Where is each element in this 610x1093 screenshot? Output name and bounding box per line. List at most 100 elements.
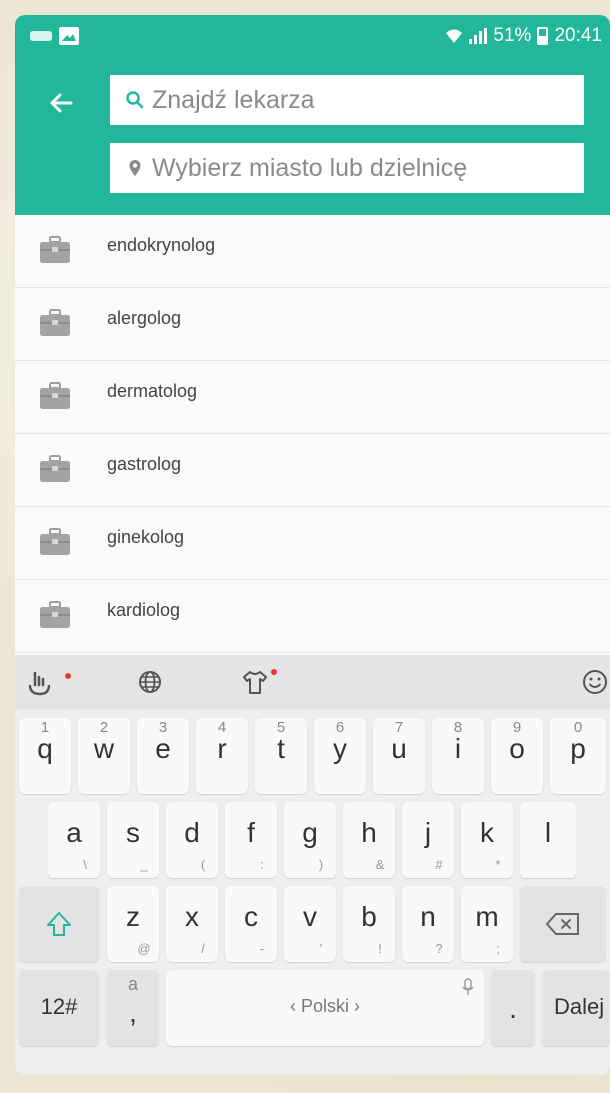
- key-s[interactable]: s _: [107, 802, 159, 878]
- key-hint: _: [140, 857, 148, 872]
- space-bar-language-label: ‹ Polski ›: [289, 996, 360, 1016]
- phone-screen: 51% 20:41 Znajdź lekarza Wybierz miasto …: [15, 15, 610, 1075]
- key-o[interactable]: 9o: [491, 718, 543, 794]
- key-c[interactable]: c-: [225, 886, 277, 962]
- key-f[interactable]: f:: [225, 802, 277, 878]
- specialty-suggestion-list: endokrynolog alergolog dermatolog gastro…: [15, 215, 610, 657]
- arrow-left-icon: [50, 93, 73, 113]
- emoji-button[interactable]: [580, 667, 610, 697]
- battery-icon: [537, 27, 549, 45]
- key-n[interactable]: n?: [402, 886, 454, 962]
- notification-dot: [271, 669, 277, 675]
- globe-icon: [139, 671, 161, 693]
- list-item[interactable]: dermatolog: [15, 361, 610, 434]
- briefcase-icon: [40, 455, 70, 482]
- key-hint: ;: [496, 941, 500, 956]
- key-label: b: [361, 901, 377, 932]
- list-item[interactable]: ginekolog: [15, 507, 610, 580]
- key-label: g: [302, 817, 318, 848]
- keyboard-toolbar: [15, 655, 610, 710]
- key-b[interactable]: b!: [343, 886, 395, 962]
- language-button[interactable]: [135, 667, 165, 697]
- key-i[interactable]: 8i: [432, 718, 484, 794]
- key-q[interactable]: 1q: [19, 718, 71, 794]
- key-z[interactable]: z @: [107, 886, 159, 962]
- key-label: k: [480, 817, 494, 848]
- key-r[interactable]: 4r: [196, 718, 248, 794]
- key-v[interactable]: v ': [284, 886, 336, 962]
- key-hint: *: [495, 857, 501, 872]
- battery-percent: 51%: [493, 25, 532, 46]
- status-bar-right: 51% 20:41: [445, 25, 602, 47]
- key-hint: (: [200, 857, 206, 872]
- key-label: w: [93, 733, 115, 764]
- key-label: f: [247, 817, 255, 848]
- key-hint: @: [137, 941, 151, 956]
- briefcase-icon: [40, 382, 70, 409]
- key-label: j: [424, 817, 432, 848]
- search-icon: [126, 91, 144, 109]
- comma-key[interactable]: a ,: [107, 970, 159, 1046]
- period-key[interactable]: .: [491, 970, 535, 1046]
- list-item-label: dermatolog: [107, 381, 198, 401]
- list-item-label: kardiolog: [107, 600, 181, 620]
- key-label: o: [509, 733, 525, 764]
- key-label: s: [126, 817, 140, 848]
- numbers-symbols-key[interactable]: 12#: [19, 970, 99, 1046]
- list-item[interactable]: gastrolog: [15, 434, 610, 507]
- key-h[interactable]: h &: [343, 802, 395, 878]
- key-label: e: [155, 733, 171, 764]
- message-notification-icon: [30, 31, 52, 41]
- backspace-icon: [546, 913, 579, 935]
- back-button[interactable]: [45, 87, 77, 119]
- enter-next-key[interactable]: Dalej: [542, 970, 610, 1046]
- key-hint: ?: [435, 941, 443, 956]
- key-a[interactable]: a \: [48, 802, 100, 878]
- key-label: m: [475, 901, 499, 932]
- key-label: .: [509, 993, 517, 1024]
- key-label: a: [66, 817, 82, 848]
- key-hint: a: [127, 974, 138, 994]
- key-hint: /: [201, 941, 205, 956]
- key-y[interactable]: 6y: [314, 718, 366, 794]
- key-label: i: [454, 733, 462, 764]
- key-label: t: [277, 733, 285, 764]
- list-item[interactable]: endokrynolog: [15, 215, 610, 288]
- key-l[interactable]: l: [520, 802, 576, 878]
- key-p[interactable]: 0p: [550, 718, 606, 794]
- city-search-placeholder: Wybierz miasto lub dzielnicę: [152, 153, 468, 182]
- list-item[interactable]: alergolog: [15, 288, 610, 361]
- briefcase-icon: [40, 601, 70, 628]
- doctor-search-input[interactable]: Znajdź lekarza: [110, 75, 584, 125]
- key-label: l: [544, 817, 552, 848]
- key-e[interactable]: 3e: [137, 718, 189, 794]
- tshirt-icon: [243, 671, 267, 694]
- backspace-key[interactable]: [520, 886, 606, 962]
- doctor-search-placeholder: Znajdź lekarza: [152, 85, 315, 114]
- space-bar[interactable]: ‹ Polski ›: [166, 970, 484, 1046]
- key-t[interactable]: 5t: [255, 718, 307, 794]
- shift-key[interactable]: [19, 886, 99, 962]
- key-m[interactable]: m;: [461, 886, 513, 962]
- emoji-icon: [583, 670, 607, 694]
- handwriting-button[interactable]: [25, 667, 71, 697]
- city-search-input[interactable]: Wybierz miasto lub dzielnicę: [110, 143, 584, 193]
- key-j[interactable]: j #: [402, 802, 454, 878]
- list-item-label: alergolog: [107, 308, 182, 328]
- location-pin-icon: [129, 160, 141, 176]
- list-item[interactable]: kardiolog: [15, 580, 610, 653]
- theme-button[interactable]: [240, 667, 277, 697]
- key-label: v: [303, 901, 317, 932]
- key-x[interactable]: x /: [166, 886, 218, 962]
- handwriting-icon: [28, 671, 51, 696]
- key-label: p: [570, 733, 586, 764]
- key-w[interactable]: 2w: [78, 718, 130, 794]
- key-d[interactable]: d(: [166, 802, 218, 878]
- key-u[interactable]: 7u: [373, 718, 425, 794]
- list-item-label: gastrolog: [107, 454, 182, 474]
- key-hint: :: [260, 857, 264, 872]
- list-item-label: endokrynolog: [107, 235, 216, 255]
- key-k[interactable]: k *: [461, 802, 513, 878]
- key-g[interactable]: g): [284, 802, 336, 878]
- signal-icon: [469, 28, 488, 44]
